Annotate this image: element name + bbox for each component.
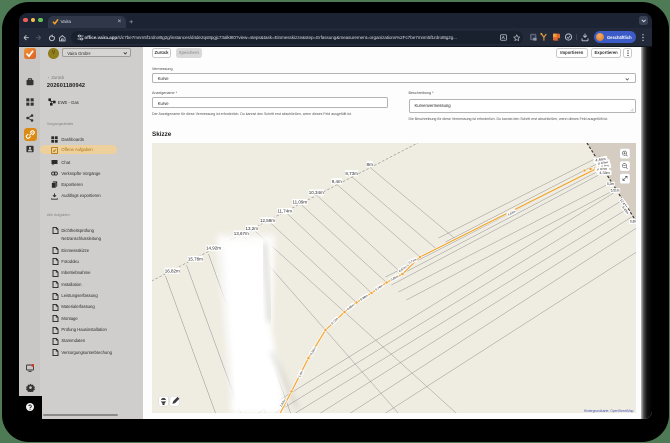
svg-text:10,34m: 10,34m	[308, 190, 323, 195]
svg-text:9,4m: 9,4m	[331, 179, 341, 184]
svg-text:14,92m: 14,92m	[205, 246, 220, 251]
svg-text:Hintergrundkarte: OpenStreetMa: Hintergrundkarte: OpenStreetMap	[583, 409, 633, 413]
svg-text:8,73m: 8,73m	[345, 171, 358, 176]
svg-text:6,8m: 6,8m	[629, 220, 636, 224]
svg-text:8m: 8m	[366, 162, 373, 167]
svg-text:12,59m: 12,59m	[259, 218, 274, 223]
svg-text:16,82m: 16,82m	[164, 268, 179, 273]
svg-text:11,09m: 11,09m	[292, 200, 307, 205]
svg-text:4,33m: 4,33m	[599, 171, 609, 175]
svg-text:11,74m: 11,74m	[277, 209, 292, 214]
svg-text:5,51m: 5,51m	[610, 189, 619, 193]
svg-text:13,67m: 13,67m	[233, 231, 248, 236]
svg-text:15,78m: 15,78m	[187, 257, 202, 262]
svg-text:5,2m: 5,2m	[606, 182, 613, 186]
